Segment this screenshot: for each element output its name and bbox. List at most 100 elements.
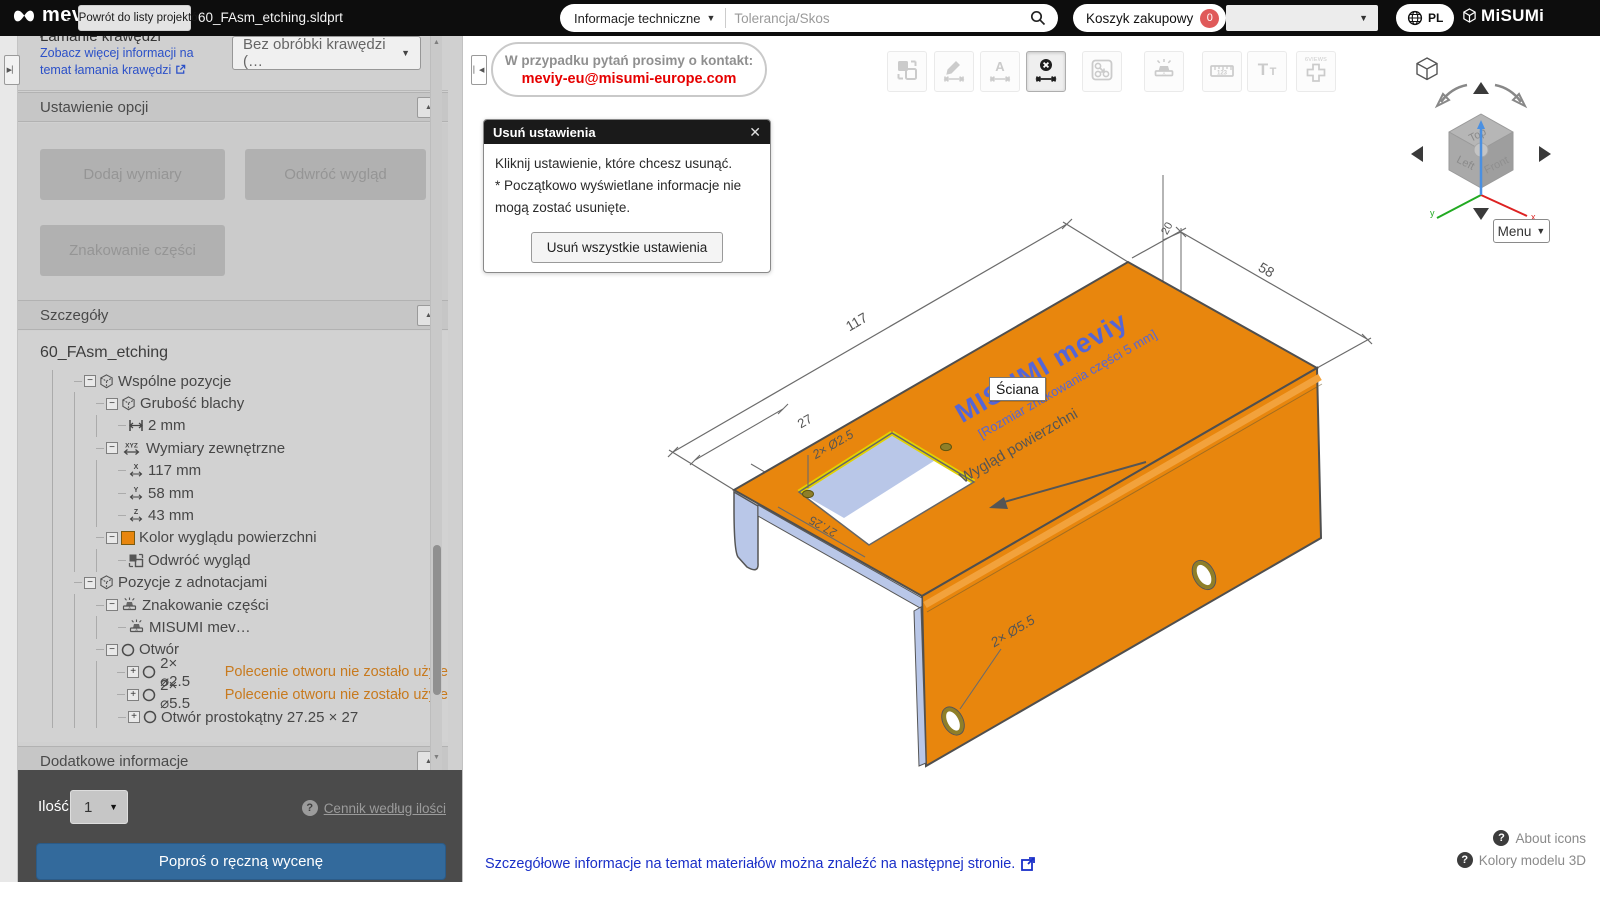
tree-guide xyxy=(52,638,74,662)
materials-info-link[interactable]: Szczegółowe informacje na temat materiał… xyxy=(485,856,1036,872)
tree-guide-stub xyxy=(96,447,104,449)
about-icons-link[interactable]: ? About icons xyxy=(1457,830,1586,846)
invert-appearance-button[interactable]: Odwróć wygląd xyxy=(245,149,426,200)
delete-all-settings-button[interactable]: Usuń wszystkie ustawienia xyxy=(530,231,724,263)
tree-item-label: Otwór prostokątny 27.25 × 27 xyxy=(161,708,359,726)
measure-ruler-icon: 123 xyxy=(1209,58,1235,85)
collapse-node-icon[interactable]: − xyxy=(106,442,118,455)
collapse-node-icon[interactable]: − xyxy=(84,375,96,388)
toolbar-invert-appearance-button[interactable] xyxy=(887,51,927,92)
tree-item[interactable]: − A Znakowanie części xyxy=(18,593,448,617)
collapse-node-icon[interactable]: − xyxy=(84,576,96,589)
toolbar-hole-position-button[interactable] xyxy=(1082,51,1122,92)
sidebar-collapse-handle[interactable]: ▶▏ xyxy=(4,55,20,85)
panel-collapse-handle[interactable]: ▏◀ xyxy=(471,55,487,85)
tree-guide xyxy=(52,459,74,482)
toolbar-six-views-button[interactable]: 6VIEWS xyxy=(1296,51,1336,92)
tree-item-label: Wspólne pozycje xyxy=(118,372,232,390)
model-colors-link[interactable]: ? Kolory modelu 3D xyxy=(1456,852,1586,868)
chevron-down-icon: ▼ xyxy=(401,48,410,58)
tree-item[interactable]: − Kolor wyglądu powierzchni xyxy=(18,526,448,550)
tree-item[interactable]: − Grubość blachy xyxy=(18,392,448,415)
rotate-left-arrow-icon[interactable] xyxy=(1411,146,1423,162)
rotate-left-icon[interactable] xyxy=(1434,83,1468,109)
part-left-flange-face[interactable] xyxy=(733,490,759,571)
toolbar-measure-button[interactable]: 123 xyxy=(1202,51,1242,92)
add-dimensions-button[interactable]: Dodaj wymiary xyxy=(40,149,225,200)
expand-node-icon[interactable]: + xyxy=(127,666,140,679)
misumi-logo[interactable]: MiSUMi xyxy=(1462,6,1544,26)
details-section-header[interactable]: Szczegóły ▲ xyxy=(18,300,448,330)
pricing-by-quantity-link[interactable]: ? Cennik według ilości xyxy=(301,800,446,816)
tree-item[interactable]: − Pozycje z adnotacjami xyxy=(18,571,448,594)
tree-item[interactable]: +2× ⌀5.5 Polecenie otworu nie zostało uży… xyxy=(18,677,448,712)
tree-item-label: 2× ⌀5.5 xyxy=(160,677,191,713)
site-select[interactable]: ▼ xyxy=(1226,5,1378,31)
collapse-node-icon[interactable]: − xyxy=(106,531,118,544)
scroll-down-icon[interactable]: ▼ xyxy=(431,754,442,761)
collapse-node-icon[interactable]: − xyxy=(106,643,118,656)
tree-item[interactable]: +2× ⌀2.5 Polecenie otworu nie zostało uży… xyxy=(18,655,448,690)
toolbar-text-button[interactable]: TT xyxy=(1247,51,1287,92)
toolbar-delete-dimension-button[interactable] xyxy=(1026,51,1066,92)
part-marking-button[interactable]: Znakowanie części xyxy=(40,225,225,276)
small-hole[interactable] xyxy=(802,489,814,499)
language-button[interactable]: PL xyxy=(1396,4,1455,32)
back-to-projects-button[interactable]: ← Powrót do listy projektów xyxy=(63,5,206,31)
svg-text:T: T xyxy=(1270,66,1277,78)
edge-treatment-select[interactable]: Bez obróbki krawędzi (… ▼ xyxy=(232,36,421,70)
rotate-right-arrow-icon[interactable] xyxy=(1539,146,1551,162)
close-icon[interactable]: ✕ xyxy=(749,124,761,141)
tree-item-label: 58 mm xyxy=(148,484,194,502)
stamp-icon: A xyxy=(121,597,138,613)
tree-item-label: Pozycje z adnotacjami xyxy=(118,574,268,592)
tree-item[interactable]: Z 43 mm xyxy=(18,504,448,527)
sidebar-scrollbar[interactable]: ▲ ▼ xyxy=(430,36,442,770)
toolbar-part-marking-button[interactable]: A xyxy=(1144,51,1184,92)
edge-info-link[interactable]: Zobacz więcej informacji na temat łamani… xyxy=(40,45,220,80)
rotate-right-icon[interactable] xyxy=(1494,83,1528,109)
contact-email-link[interactable]: meviy-eu@misumi-europe.com xyxy=(493,71,765,87)
request-quote-button[interactable]: Poproś o ręczną wycenę xyxy=(36,843,446,880)
toolbar-text-dimension-button[interactable]: A xyxy=(980,51,1020,92)
tree-item[interactable]: − XYZ Wymiary zewnętrzne xyxy=(18,437,448,460)
collapse-node-icon[interactable]: − xyxy=(106,599,118,612)
tree-guide-stub xyxy=(118,559,126,561)
expand-node-icon[interactable]: + xyxy=(128,711,140,724)
scroll-up-icon[interactable]: ▲ xyxy=(431,39,442,46)
tree-item[interactable]: − Wspólne pozycje xyxy=(18,370,448,393)
popup-header[interactable]: Usuń ustawienia ✕ xyxy=(484,120,770,144)
rotate-down-icon[interactable] xyxy=(1473,208,1489,220)
tree-item[interactable]: − Otwór xyxy=(18,638,448,662)
tree-item[interactable]: Odwróć wygląd xyxy=(18,549,448,572)
dim-length-label[interactable]: 117 xyxy=(843,309,871,334)
tree-root-label[interactable]: 60_FAsm_etching xyxy=(18,344,448,362)
tree-item[interactable]: Y 58 mm xyxy=(18,481,448,505)
tree-guide xyxy=(74,593,96,617)
view-menu-button[interactable]: Menu ▼ xyxy=(1493,219,1550,243)
search-input[interactable] xyxy=(726,10,1030,26)
dim-edge-offset-label[interactable]: 20 xyxy=(1159,220,1175,236)
collapse-node-icon[interactable]: − xyxy=(106,397,118,410)
search-category-select[interactable]: Informacje techniczne ▼ xyxy=(560,11,725,26)
tree-guide xyxy=(96,414,118,438)
tree-item[interactable]: X 117 mm xyxy=(18,459,448,482)
tree-guide xyxy=(74,616,96,639)
options-section-header[interactable]: Ustawienie opcji ▲ xyxy=(18,92,448,122)
tree-item[interactable]: + Otwór prostokątny 27.25 × 27 xyxy=(18,705,448,729)
y-axis-line xyxy=(1436,194,1482,219)
rotate-up-icon[interactable] xyxy=(1473,82,1489,94)
isometric-view-icon[interactable] xyxy=(1416,57,1438,81)
toolbar-edit-dimension-button[interactable] xyxy=(934,51,974,92)
tree-item[interactable]: 2 mm xyxy=(18,414,448,438)
cart-button[interactable]: Koszyk zakupowy 0 xyxy=(1073,4,1227,32)
search-icon[interactable] xyxy=(1030,10,1046,26)
dim-hole-offset-label[interactable]: 27 xyxy=(795,411,815,431)
options-section-body: Dodaj wymiary Odwróć wygląd Znakowanie c… xyxy=(18,123,448,300)
expand-node-icon[interactable]: + xyxy=(127,688,140,701)
edge-treatment-section: Łamanie krawędzi Zobacz więcej informacj… xyxy=(18,36,448,91)
quantity-select[interactable]: 1 ▼ xyxy=(70,790,128,824)
scrollbar-thumb[interactable] xyxy=(432,545,441,695)
small-hole[interactable] xyxy=(940,442,952,452)
tree-item[interactable]: A MISUMI mev… xyxy=(18,616,448,639)
